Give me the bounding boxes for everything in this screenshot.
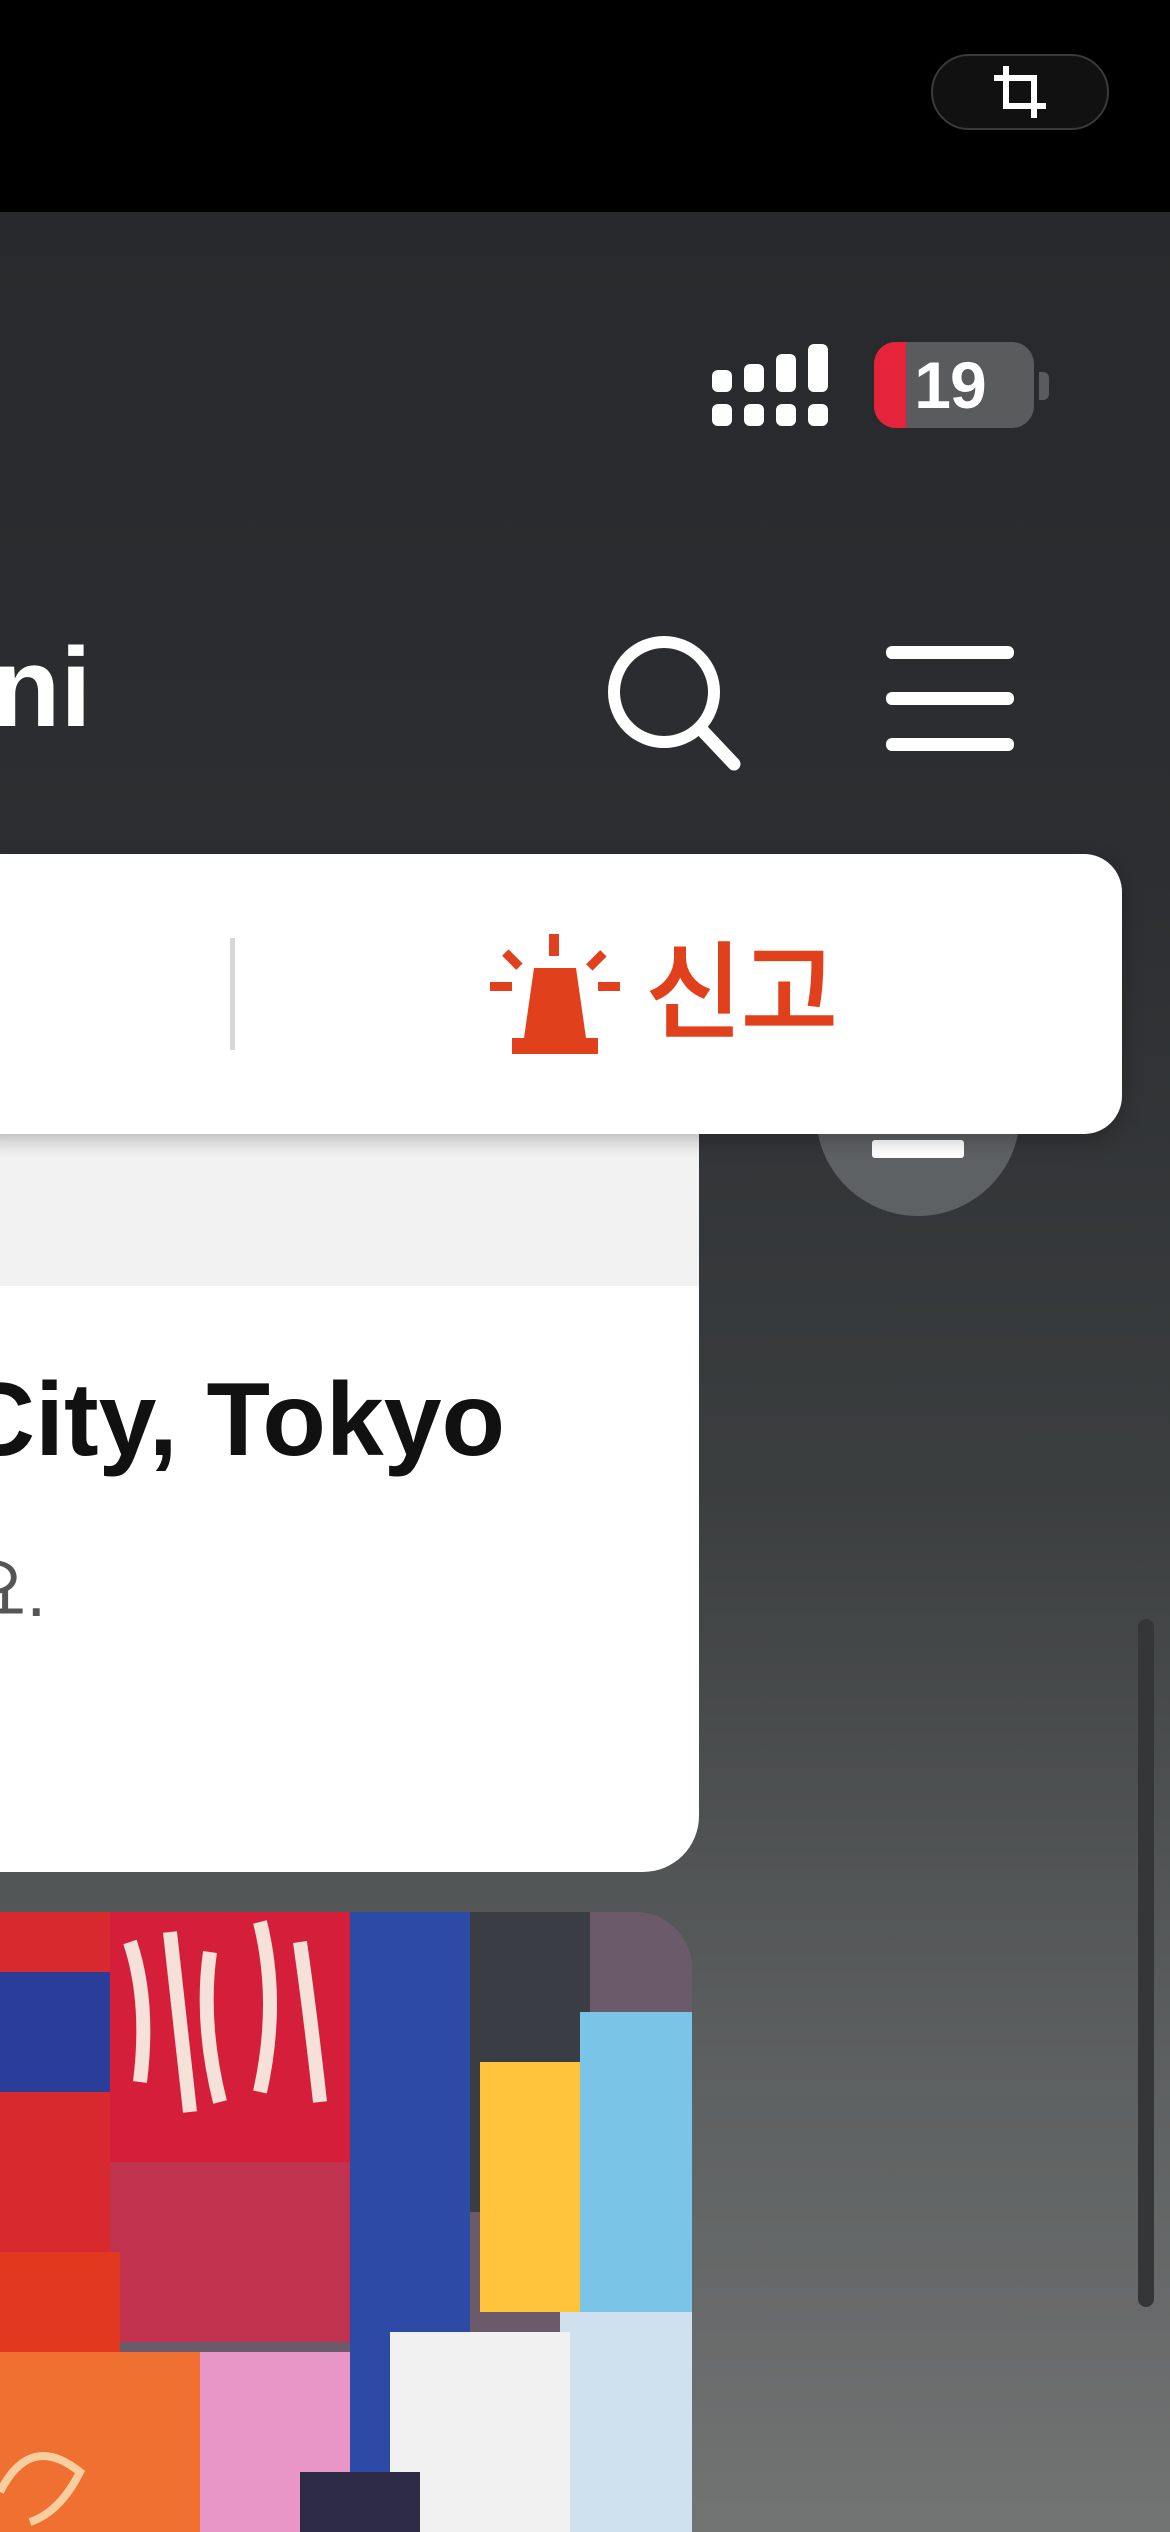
crop-icon [994,66,1046,118]
snack-photo-image [0,1912,692,2532]
hamburger-menu-icon [886,646,1014,751]
scrollbar[interactable] [1138,1619,1154,2307]
card-title: City, Tokyo [0,1362,506,1478]
screenshot-toolbar [0,0,1170,212]
menu-button[interactable] [880,634,1020,764]
card-subtitle: 요. [0,1552,47,1632]
popup-divider [230,938,235,1050]
battery-percentage: 19 [914,348,986,422]
signal-bars-icon [712,344,828,426]
fab-bar [872,1140,964,1158]
battery-indicator: 19 [874,342,1034,428]
card-header-strip [0,1132,699,1286]
photo-thumbnail[interactable] [0,1912,692,2532]
report-label: 신고 [646,936,838,1052]
battery-tip [1039,372,1049,400]
page-title-partial: ni [0,625,92,750]
report-button[interactable]: 신고 [490,924,837,1064]
crop-button[interactable] [931,54,1109,130]
action-popup: 신고 [0,854,1122,1134]
post-card[interactable]: City, Tokyo 요. [0,1132,699,1872]
search-icon [608,636,741,771]
search-button[interactable] [600,628,750,778]
siren-icon [490,934,620,1054]
phone-screen: 19 ni City, Tokyo 요. [0,212,1170,2532]
